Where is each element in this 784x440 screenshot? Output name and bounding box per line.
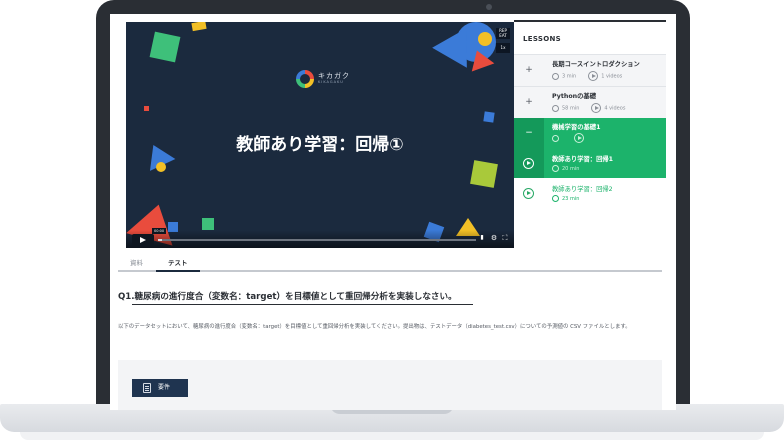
video-player[interactable]: キカガク KIKAGAKU 教師あり学習：回帰① REP EAT 1x 00:0… xyxy=(126,22,514,248)
chapter-title: Pythonの基礎 xyxy=(552,93,597,100)
video-play-icon xyxy=(591,103,602,113)
decor-shape xyxy=(470,160,498,188)
content-tabs: 資料 テスト xyxy=(118,250,662,272)
speed-badge[interactable]: 1x xyxy=(496,43,510,53)
lesson-title: 教師あり学習：回帰1 xyxy=(552,156,614,163)
clock-icon xyxy=(552,104,559,112)
clock-icon xyxy=(552,165,559,172)
requirements-label: 要件 xyxy=(158,384,171,391)
question-title: Q1.糖尿病の進行度合（変数名：target）を目標値として重回帰分析を実装しな… xyxy=(118,292,457,302)
app-screen: キカガク KIKAGAKU 教師あり学習：回帰① REP EAT 1x 00:0… xyxy=(110,14,676,410)
lesson-meta: 23 min xyxy=(552,195,579,202)
clock-icon xyxy=(552,72,559,80)
volume-icon[interactable]: ▮ xyxy=(478,234,486,242)
expand-plus-icon[interactable]: + xyxy=(514,97,544,107)
chapter-item-active[interactable]: − 機械学習の基礎1 xyxy=(514,118,666,148)
laptop-shadow xyxy=(20,432,764,440)
decor-shape xyxy=(478,32,492,46)
logo-subtext: KIKAGAKU xyxy=(318,80,344,84)
active-tab-indicator xyxy=(156,270,200,272)
slide-title: 教師あり学習：回帰① xyxy=(236,135,404,155)
lesson-meta: 20 min xyxy=(552,165,579,172)
clock-icon xyxy=(552,195,559,202)
video-play-icon xyxy=(574,133,584,143)
question-underline xyxy=(132,304,473,306)
decor-shape xyxy=(149,31,181,63)
play-circle-icon[interactable] xyxy=(523,158,534,169)
progress-bar[interactable] xyxy=(158,239,476,241)
decor-shape xyxy=(156,162,166,172)
tab-test[interactable]: テスト xyxy=(168,257,188,267)
chapter-item[interactable]: + 長期コースイントロダクション 3 min 1 videos xyxy=(514,54,666,86)
requirements-panel: 要件 xyxy=(118,360,662,410)
requirements-button[interactable]: 要件 xyxy=(132,379,188,397)
kikagaku-logo: キカガク KIKAGAKU xyxy=(296,70,356,90)
repeat-badge[interactable]: REP EAT xyxy=(496,28,510,39)
decor-shape xyxy=(483,111,495,123)
decor-shape xyxy=(202,218,214,230)
chapter-title: 機械学習の基礎1 xyxy=(552,124,601,131)
expand-plus-icon[interactable]: + xyxy=(514,65,544,75)
lessons-header: LESSONS xyxy=(523,35,561,43)
lesson-item[interactable]: 教師あり学習：回帰2 23 min xyxy=(514,178,666,212)
progress-fill xyxy=(158,239,162,241)
chapter-meta: 3 min 1 videos xyxy=(552,71,622,81)
camera-dot xyxy=(486,4,492,10)
fullscreen-icon[interactable]: ⛶ xyxy=(501,234,509,242)
collapse-minus-icon[interactable]: − xyxy=(514,118,544,148)
decor-shape xyxy=(191,22,207,32)
document-icon xyxy=(143,383,151,393)
settings-gear-icon[interactable]: ⚙ xyxy=(490,234,498,242)
chapter-meta xyxy=(552,133,587,143)
chapter-title: 長期コースイントロダクション xyxy=(552,61,640,68)
video-controls: 00:00 ▮ ⚙ ⛶ xyxy=(126,228,514,248)
lessons-panel: LESSONS + 長期コースイントロダクション 3 min 1 videos +… xyxy=(514,22,666,248)
video-play-icon xyxy=(588,71,599,81)
lesson-title: 教師あり学習：回帰2 xyxy=(552,186,613,193)
time-tooltip: 00:00 xyxy=(152,228,167,234)
question-description: 以下のデータセットにおいて、糖尿病の進行度合（変数名：target）を目標値とし… xyxy=(118,324,631,330)
play-button[interactable] xyxy=(132,234,154,246)
chapter-item[interactable]: + Pythonの基礎 58 min 4 videos xyxy=(514,86,666,118)
decor-shape xyxy=(144,106,149,111)
chapter-meta: 58 min 4 videos xyxy=(552,103,625,113)
play-circle-icon[interactable] xyxy=(523,188,534,199)
tab-materials[interactable]: 資料 xyxy=(130,257,143,267)
logo-mark-icon xyxy=(296,70,314,88)
lesson-item-current[interactable]: 教師あり学習：回帰1 20 min xyxy=(514,148,666,178)
clock-icon xyxy=(552,134,559,142)
